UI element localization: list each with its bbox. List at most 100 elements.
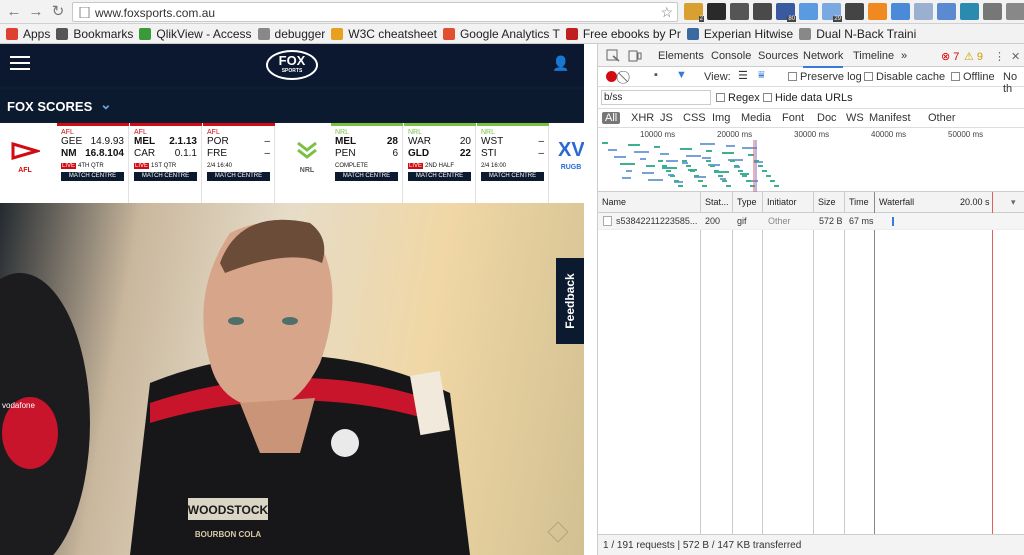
- score-card[interactable]: AFL POR – FRE – 2/4 16:40 MATCH CENTRE: [203, 123, 275, 203]
- foxsports-logo[interactable]: FOX SPORTS: [266, 50, 318, 80]
- hide-data-urls-checkbox[interactable]: Hide data URLs: [763, 92, 853, 104]
- afl-league-tab[interactable]: AFL: [0, 123, 50, 203]
- back-icon[interactable]: ←: [4, 2, 24, 22]
- device-mode-icon[interactable]: [628, 49, 642, 62]
- bookmark-item[interactable]: debugger: [257, 27, 325, 41]
- match-centre-button[interactable]: MATCH CENTRE: [134, 172, 197, 181]
- large-rows-icon[interactable]: ☰: [738, 69, 748, 82]
- filter-input[interactable]: b/ss: [601, 90, 711, 105]
- bookmark-item[interactable]: Bookmarks: [56, 27, 133, 41]
- tab-elements[interactable]: Elements: [658, 50, 704, 62]
- bookmark-label: Google Analytics T: [459, 26, 560, 41]
- col-size[interactable]: Size: [818, 197, 836, 207]
- match-centre-button[interactable]: MATCH CENTRE: [335, 172, 398, 181]
- warning-count-icon[interactable]: ⚠ 9: [964, 50, 983, 63]
- ext-check-icon[interactable]: [983, 3, 1002, 20]
- request-row[interactable]: s53842211223585... 200 gif Other 572 B 6…: [598, 213, 1024, 230]
- tab-sources[interactable]: Sources: [758, 50, 798, 62]
- match-centre-button[interactable]: MATCH CENTRE: [408, 172, 471, 181]
- ext-orange-icon[interactable]: [868, 3, 887, 20]
- tab-network[interactable]: Network: [803, 50, 844, 68]
- bookmark-item[interactable]: Free ebooks by Pr: [565, 27, 681, 41]
- ext-op-icon[interactable]: [914, 3, 933, 20]
- type-filter-other[interactable]: Other: [928, 112, 956, 124]
- filter-icon[interactable]: ▼: [676, 69, 687, 81]
- ext-k-icon[interactable]: [707, 3, 726, 20]
- score-card[interactable]: NRL WAR 20 GLD 22 LIVE 2ND HALF MATCH CENTRE: [404, 123, 476, 203]
- score-card[interactable]: AFL GEE 14.9.93 NM 16.8.104 LIVE 4TH QTR MATCH …: [57, 123, 129, 203]
- col-initiator[interactable]: Initiator: [767, 197, 797, 207]
- score-card[interactable]: NRL MEL 28 PEN 6 COMPLETE MATCH CENTRE: [331, 123, 403, 203]
- disable-cache-checkbox[interactable]: Disable cache: [864, 71, 945, 83]
- match-centre-button[interactable]: MATCH CENTRE: [481, 172, 544, 181]
- ext-blue-icon[interactable]: [799, 3, 818, 20]
- sort-icon[interactable]: ▾: [1011, 197, 1016, 208]
- bookmark-item[interactable]: Experian Hitwise: [686, 27, 793, 41]
- team-name: MEL: [134, 136, 156, 147]
- rugby-league-tab[interactable]: XV RUGB: [558, 123, 584, 203]
- network-overview[interactable]: 10000 ms 20000 ms 30000 ms 40000 ms 50000 ms: [598, 128, 1024, 192]
- col-name[interactable]: Name: [602, 197, 626, 207]
- nrl-league-tab[interactable]: NRL: [282, 123, 332, 203]
- error-count-icon[interactable]: ⊗ 7: [941, 50, 959, 63]
- camera-icon[interactable]: ▪: [654, 69, 658, 81]
- bookmark-item[interactable]: QlikView - Access: [139, 27, 252, 41]
- tab-console[interactable]: Console: [711, 50, 751, 62]
- ext-gray-icon[interactable]: [1006, 3, 1024, 20]
- type-filter-ws[interactable]: WS: [846, 112, 864, 124]
- scores-bar[interactable]: FOX SCORES ⌄: [0, 89, 584, 121]
- type-filter-doc[interactable]: Doc: [817, 112, 837, 124]
- pen-icon[interactable]: [845, 3, 864, 20]
- record-icon[interactable]: [606, 71, 617, 82]
- overview-icon[interactable]: ⩸: [758, 69, 765, 82]
- type-filter-manifest[interactable]: Manifest: [869, 112, 911, 124]
- bookmark-star-icon[interactable]: ☆: [660, 4, 673, 21]
- hamburger-menu-icon[interactable]: [10, 56, 30, 72]
- match-centre-button[interactable]: MATCH CENTRE: [61, 172, 124, 181]
- address-bar[interactable]: www.foxsports.com.au ☆: [72, 2, 678, 22]
- bookmark-item[interactable]: Dual N-Back Traini: [799, 27, 916, 41]
- col-waterfall[interactable]: Waterfall: [879, 197, 914, 207]
- type-filter-js[interactable]: JS: [660, 112, 673, 124]
- type-filter-css[interactable]: CSS: [683, 112, 706, 124]
- regex-checkbox[interactable]: Regex: [716, 92, 760, 104]
- type-filter-all[interactable]: All: [602, 112, 621, 124]
- bookmark-item[interactable]: Apps: [6, 27, 50, 41]
- offline-checkbox[interactable]: Offline: [951, 71, 995, 83]
- inspect-element-icon[interactable]: [606, 49, 620, 62]
- tab-timeline[interactable]: Timeline: [853, 50, 894, 62]
- col-time[interactable]: Time: [849, 197, 869, 207]
- ext-graph-icon[interactable]: [891, 3, 910, 20]
- evernote-icon[interactable]: [730, 3, 749, 20]
- extension-badge: 2: [698, 16, 704, 22]
- w-icon[interactable]: 80: [776, 3, 796, 22]
- bookmark-item[interactable]: W3C cheatsheet: [331, 27, 437, 41]
- type-filter-img[interactable]: Img: [712, 112, 730, 124]
- type-filter-font[interactable]: Font: [782, 112, 804, 124]
- forward-icon[interactable]: →: [26, 2, 46, 22]
- type-filter-xhr[interactable]: XHR: [631, 112, 654, 124]
- hero-photo[interactable]: WOODSTOCK BOURBON COLA vodafone: [0, 203, 584, 555]
- reload-icon[interactable]: ↻: [48, 2, 68, 22]
- ext-grid-icon[interactable]: [937, 3, 956, 20]
- ext-circle-icon[interactable]: [960, 3, 979, 20]
- score-card[interactable]: NRL WST – STI – 2/4 16:00 MATCH CENTRE: [477, 123, 549, 203]
- match-centre-button[interactable]: MATCH CENTRE: [207, 172, 270, 181]
- more-tabs-icon[interactable]: »: [901, 50, 907, 62]
- type-filter-media[interactable]: Media: [741, 112, 771, 124]
- ext-calendar-icon[interactable]: 29: [822, 3, 842, 22]
- col-type[interactable]: Type: [737, 197, 757, 207]
- bookmark-item[interactable]: Google Analytics T: [442, 26, 560, 41]
- score-card[interactable]: AFL MEL 2.1.13 CAR 0.1.1 LIVE 1ST QTR MATCH CEN…: [130, 123, 202, 203]
- devtools-menu-icon[interactable]: ⋮: [994, 50, 1005, 63]
- ext-clip-icon[interactable]: [753, 3, 772, 20]
- feedback-button[interactable]: Feedback: [556, 258, 584, 344]
- preserve-log-label: Preserve log: [800, 71, 862, 83]
- col-divider: [732, 192, 733, 534]
- col-status[interactable]: Stat...: [705, 197, 729, 207]
- chevron-down-icon[interactable]: ⌄: [100, 96, 112, 113]
- user-icon[interactable]: 👤: [552, 55, 569, 72]
- ext-1-icon[interactable]: 2: [684, 3, 704, 22]
- close-devtools-icon[interactable]: ✕: [1011, 50, 1020, 63]
- preserve-log-checkbox[interactable]: Preserve log: [788, 71, 862, 83]
